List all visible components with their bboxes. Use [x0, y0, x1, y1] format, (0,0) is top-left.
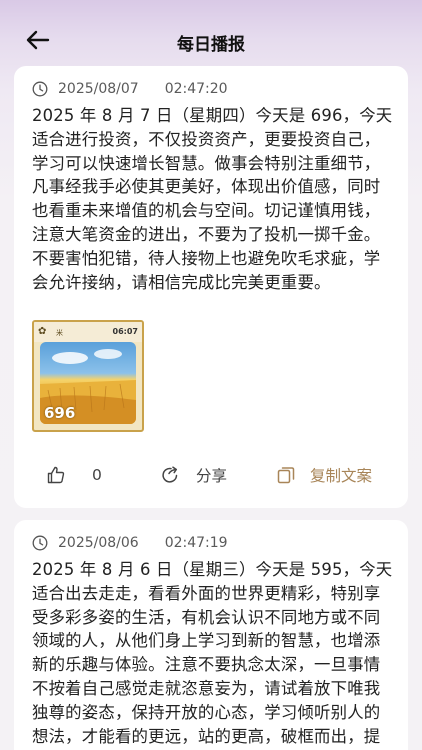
post-time: 02:47:19 — [164, 535, 228, 551]
post-text: 2025 年 8 月 6 日（星期三）今天是 595，今天适合出去走走，看看外面… — [32, 560, 393, 746]
copy-icon — [277, 467, 295, 484]
flower-logo-icon: ✿ — [38, 326, 47, 337]
post-date: 2025/08/06 — [58, 535, 139, 551]
thumbnail-title: 米 — [56, 329, 63, 337]
post-meta: 2025/08/07 02:47:20 — [32, 80, 228, 98]
thumbs-up-icon — [47, 466, 65, 484]
post-time: 02:47:20 — [164, 81, 228, 97]
copy-text-button[interactable]: 复制文案 — [276, 464, 372, 486]
thumbnail-number: 696 — [44, 404, 76, 422]
page-title: 每日播报 — [177, 35, 245, 55]
broadcast-card: 2025/08/06 02:47:19 2025 年 8 月 6 日（星期三）今… — [14, 520, 408, 750]
share-button[interactable]: 分享 — [160, 464, 227, 486]
clock-icon — [32, 535, 48, 551]
post-text: 2025 年 8 月 7 日（星期四）今天是 696，今天适合进行投资，不仅投资… — [32, 106, 393, 292]
copy-label: 复制文案 — [310, 467, 373, 485]
post-image-thumbnail[interactable]: ✿ 米 06:07 696 — [32, 320, 144, 432]
like-count: 0 — [92, 466, 102, 484]
thumbnail-clock: 06:07 — [112, 327, 138, 336]
post-date: 2025/08/07 — [58, 81, 139, 97]
post-actions: 0 分享 复制文案 — [14, 460, 408, 490]
thumbnail-header: ✿ 米 06:07 — [34, 322, 142, 342]
broadcast-card: 2025/08/07 02:47:20 2025 年 8 月 7 日（星期四）今… — [14, 66, 408, 508]
like-button[interactable]: 0 — [46, 464, 102, 486]
share-label: 分享 — [196, 467, 228, 485]
clock-icon — [32, 81, 48, 97]
post-meta: 2025/08/06 02:47:19 — [32, 534, 228, 552]
share-icon — [162, 466, 178, 483]
